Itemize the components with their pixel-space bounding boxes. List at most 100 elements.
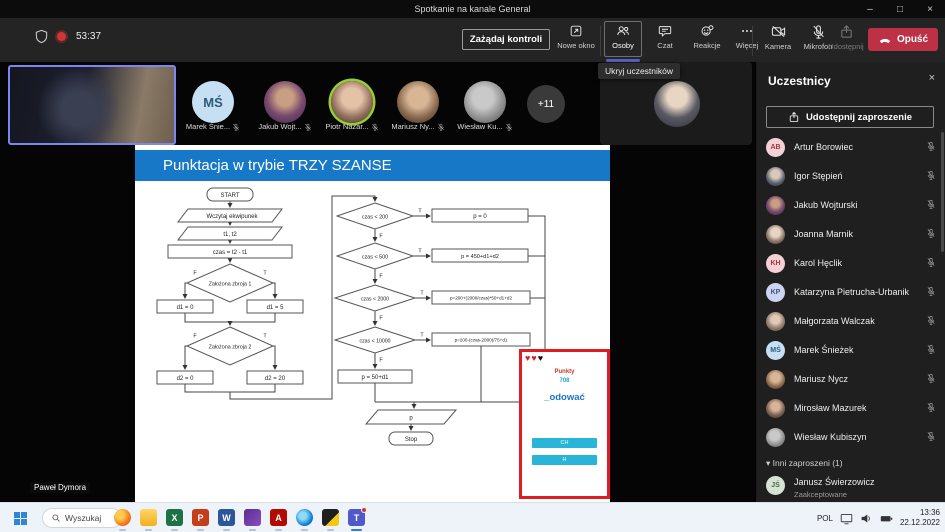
answer-button: CH [532, 438, 597, 448]
svg-text:F: F [379, 233, 383, 239]
avatar [766, 312, 785, 331]
shared-presentation: Punktacja w trybie TRZY SZANSE [135, 145, 610, 502]
mic-off-icon [926, 315, 936, 325]
mic-off-icon [505, 123, 513, 131]
powerpoint-icon[interactable]: P [192, 509, 209, 526]
share-button[interactable]: Udostępnij [824, 24, 868, 51]
mic-off-icon [926, 228, 936, 238]
svg-text:Założona zbroja 1: Założona zbroja 1 [209, 281, 252, 287]
taskbar-search[interactable]: Wyszukaj [42, 508, 122, 528]
file-explorer-icon[interactable] [140, 509, 157, 526]
minimize-button[interactable]: – [855, 0, 885, 18]
meeting-stage: MŚ Marek Śnie... Jakub Wojt... Piotr Naz… [0, 62, 755, 502]
participant-row[interactable]: KH Karol Hęclik [756, 252, 945, 278]
request-control-button[interactable]: Zażądaj kontroli [462, 29, 550, 50]
participant-row[interactable]: KP Katarzyna Pietrucha-Urbanik [756, 281, 945, 307]
participant-row[interactable]: Wiesław Kubiszyn [756, 426, 945, 452]
window-title: Spotkanie na kanale General [414, 4, 530, 14]
teams-meeting-window: Spotkanie na kanale General – □ × 53:37 … [0, 0, 945, 532]
taskbar-clock[interactable]: 13:36 22.12.2022 [900, 508, 940, 528]
participant-row[interactable]: Mariusz Nycz [756, 368, 945, 394]
people-icon [616, 24, 630, 38]
excel-icon[interactable]: X [166, 509, 183, 526]
shield-icon [34, 29, 49, 49]
panel-close-icon[interactable]: × [929, 72, 935, 84]
mic-off-icon [926, 286, 936, 296]
camera-button[interactable]: Kamera [758, 24, 798, 51]
svg-text:T: T [420, 332, 424, 338]
language-indicator[interactable]: POL [817, 514, 833, 523]
people-button[interactable]: Osoby [604, 24, 642, 50]
search-icon [51, 513, 61, 523]
mic-off-icon [437, 123, 445, 131]
avatar [766, 196, 785, 215]
avatar: MŚ [192, 81, 234, 123]
new-window-icon [569, 24, 583, 38]
points-label: Punkty [522, 369, 607, 375]
svg-text:F: F [193, 333, 197, 339]
mic-off-icon [926, 344, 936, 354]
firefox-icon[interactable] [114, 509, 131, 526]
network-icon[interactable] [840, 512, 853, 525]
svg-text:p = 450+d1+d2: p = 450+d1+d2 [461, 254, 499, 260]
svg-text:Wczytaj ekwipunek: Wczytaj ekwipunek [206, 214, 258, 220]
svg-text:p=200-(czas-2000)/75+d1: p=200-(czas-2000)/75+d1 [455, 338, 508, 343]
svg-text:F: F [193, 270, 197, 276]
participant-row[interactable]: Mirosław Mazurek [756, 397, 945, 423]
meeting-timer: 53:37 [76, 31, 101, 42]
close-button[interactable]: × [915, 0, 945, 18]
windows-start-button[interactable] [14, 512, 27, 525]
mic-off-icon [232, 123, 240, 131]
avatar [464, 81, 506, 123]
slide-title: Punktacja w trybie TRZY SZANSE [135, 150, 610, 181]
overflow-count-badge[interactable]: +11 [527, 85, 565, 123]
svg-text:Stop: Stop [405, 437, 418, 443]
reactions-icon [700, 24, 714, 38]
reactions-button[interactable]: Reakcje [688, 24, 726, 50]
avatar: JŚ [766, 476, 785, 495]
avatar: AB [766, 138, 785, 157]
avatar [766, 399, 785, 418]
svg-text:czas < 200: czas < 200 [362, 214, 388, 220]
avatar: KP [766, 283, 785, 302]
svg-text:d2 = 0: d2 = 0 [177, 376, 195, 382]
participant-row[interactable]: MŚ Marek Śnieżek [756, 339, 945, 365]
teams-icon[interactable]: T [348, 509, 365, 526]
presenter-name-label: Paweł Dymora [30, 482, 90, 493]
avatar [766, 225, 785, 244]
app-icon[interactable] [322, 509, 339, 526]
self-video-tile[interactable] [8, 65, 176, 145]
hangup-icon [878, 33, 892, 47]
avatar: KH [766, 254, 785, 273]
svg-text:czas < 10000: czas < 10000 [359, 338, 390, 344]
other-invited-section-header[interactable]: ▾ Inni zaproszeni (1) [766, 458, 843, 469]
svg-text:F: F [379, 273, 383, 279]
leave-button[interactable]: Opuść [868, 28, 938, 51]
participant-row[interactable]: Jakub Wojturski [756, 194, 945, 220]
participant-row[interactable]: Igor Stępień [756, 165, 945, 191]
share-invite-button[interactable]: Udostępnij zaproszenie [766, 106, 934, 128]
participant-row[interactable]: Małgorzata Walczak [756, 310, 945, 336]
word-puzzle: _odować [522, 392, 607, 403]
volume-icon[interactable] [860, 512, 873, 525]
participant-row[interactable]: Joanna Marnik [756, 223, 945, 249]
chat-button[interactable]: Czat [650, 24, 680, 50]
app-icon[interactable] [244, 509, 261, 526]
svg-text:p=200+(2000/czas)*50+d1+d2: p=200+(2000/czas)*50+d1+d2 [450, 296, 513, 301]
svg-text:czas < 2000: czas < 2000 [361, 296, 389, 302]
participant-row[interactable]: AB Artur Borowiec [756, 136, 945, 162]
word-icon[interactable]: W [218, 509, 235, 526]
answer-button: H [532, 455, 597, 465]
new-window-button[interactable]: Nowe okno [552, 24, 600, 50]
acrobat-icon[interactable]: A [270, 509, 287, 526]
chevron-down-icon: ▾ [766, 458, 770, 468]
edge-icon[interactable] [296, 509, 313, 526]
share-icon [839, 24, 854, 39]
battery-icon[interactable] [880, 512, 893, 525]
svg-text:T: T [263, 270, 267, 276]
hide-participants-tooltip: Ukryj uczestników [598, 63, 680, 79]
toolbar-divider [600, 26, 601, 56]
maximize-button[interactable]: □ [885, 0, 915, 18]
svg-text:d1 = 5: d1 = 5 [267, 305, 285, 311]
recording-indicator-icon [57, 32, 66, 41]
